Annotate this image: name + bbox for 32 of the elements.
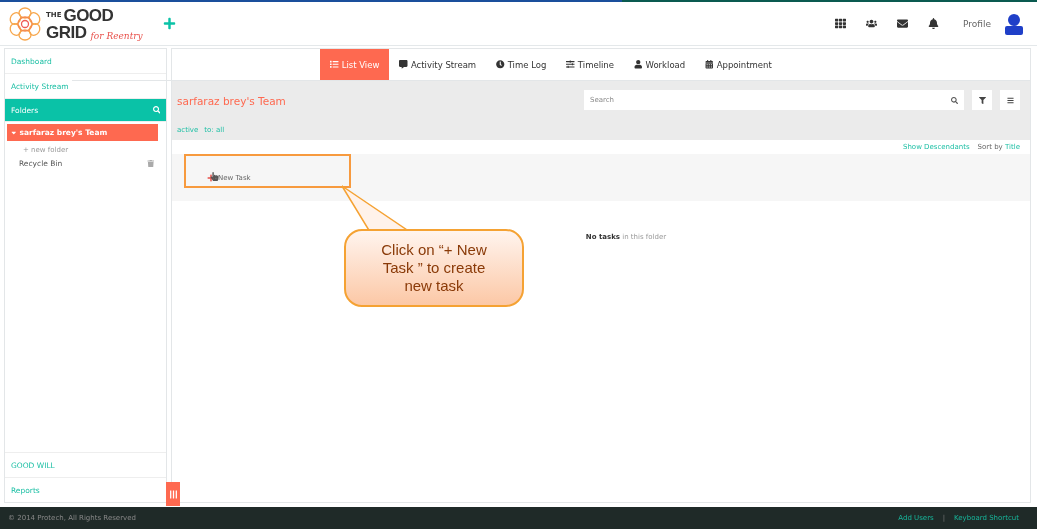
avatar-icon[interactable]	[1003, 12, 1025, 35]
sidebar-toggle-handle[interactable]	[166, 482, 180, 506]
view-tab[interactable]: List View	[320, 49, 390, 80]
users-icon[interactable]	[866, 18, 877, 29]
view-tab[interactable]: Workload	[624, 49, 696, 80]
folder-title: sarfaraz brey's Team	[177, 94, 286, 107]
view-tab[interactable]: Time Log	[486, 49, 557, 80]
comment-icon	[399, 60, 408, 69]
flower-logo-icon	[8, 6, 42, 41]
menu-icon	[1006, 96, 1014, 104]
hand-cursor-icon	[210, 172, 219, 181]
profile-link[interactable]: Profile	[963, 18, 991, 29]
grid-icon[interactable]	[835, 18, 846, 29]
callout-bubble: Click on “+ New Task ” to create new task	[344, 229, 524, 307]
mail-icon[interactable]	[897, 18, 908, 29]
view-tab[interactable]: Appointment	[695, 49, 782, 80]
search-icon	[951, 96, 958, 104]
logo-text: GOOD	[63, 6, 114, 24]
clock-icon	[496, 60, 505, 69]
calendar-icon	[705, 60, 714, 69]
columns-icon	[168, 489, 178, 499]
list-icon	[330, 60, 339, 69]
user-icon	[634, 60, 643, 69]
sliders-icon	[566, 60, 575, 69]
view-tab[interactable]: Timeline	[556, 49, 624, 80]
logo-text: GRID	[46, 23, 87, 41]
view-tab[interactable]: Activity Stream	[389, 49, 487, 80]
menu-button[interactable]	[1000, 90, 1020, 110]
logo-tagline: for Reentry	[90, 31, 143, 41]
filter-button[interactable]	[972, 90, 992, 110]
bell-icon[interactable]	[928, 18, 939, 29]
filter-icon	[978, 96, 986, 104]
